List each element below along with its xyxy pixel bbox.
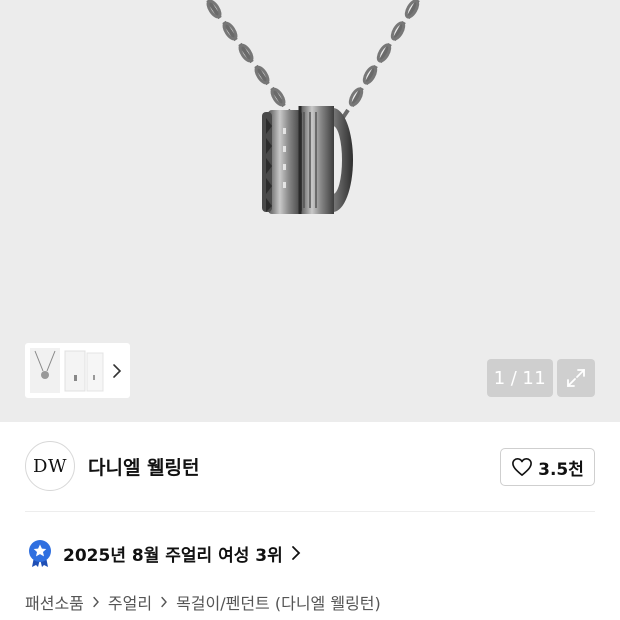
brand-name[interactable]: 다니엘 웰링턴	[88, 453, 200, 480]
expand-button[interactable]	[557, 359, 595, 397]
brand-row: DW 다니엘 웰링턴 3.5천	[25, 441, 595, 493]
breadcrumb-item-subcategory[interactable]: 주얼리	[108, 590, 152, 614]
breadcrumb-item-category[interactable]: 패션소품	[25, 590, 84, 614]
chevron-right-icon	[92, 596, 100, 608]
brand-logo[interactable]: DW	[25, 441, 75, 491]
thumbnail-strip[interactable]	[25, 343, 130, 398]
chevron-right-icon[interactable]	[105, 343, 129, 398]
like-button[interactable]: 3.5천	[500, 448, 595, 486]
counter-separator: /	[510, 367, 518, 389]
counter-total: 11	[522, 367, 547, 389]
ranking-link[interactable]: 2025년 8월 주얼리 여성 3위	[25, 538, 301, 568]
brand-logo-text: DW	[33, 455, 67, 477]
product-image-gallery[interactable]: 1 / 11	[0, 0, 620, 422]
counter-current: 1	[493, 367, 506, 389]
chevron-right-icon	[291, 546, 301, 560]
medal-star-icon	[29, 540, 51, 567]
ranking-text: 2025년 8월 주얼리 여성 3위	[63, 545, 283, 566]
like-count: 3.5천	[538, 459, 584, 480]
divider	[25, 511, 595, 512]
expand-icon	[567, 369, 585, 387]
thumbnail-image[interactable]	[27, 345, 105, 396]
heart-outline-icon	[512, 458, 533, 476]
chevron-right-icon	[160, 596, 168, 608]
breadcrumb-item-current[interactable]: 목걸이/펜던트 (다니엘 웰링턴)	[176, 590, 381, 614]
image-counter: 1 / 11	[487, 359, 553, 397]
breadcrumb: 패션소품 주얼리 목걸이/펜던트 (다니엘 웰링턴)	[25, 589, 381, 615]
